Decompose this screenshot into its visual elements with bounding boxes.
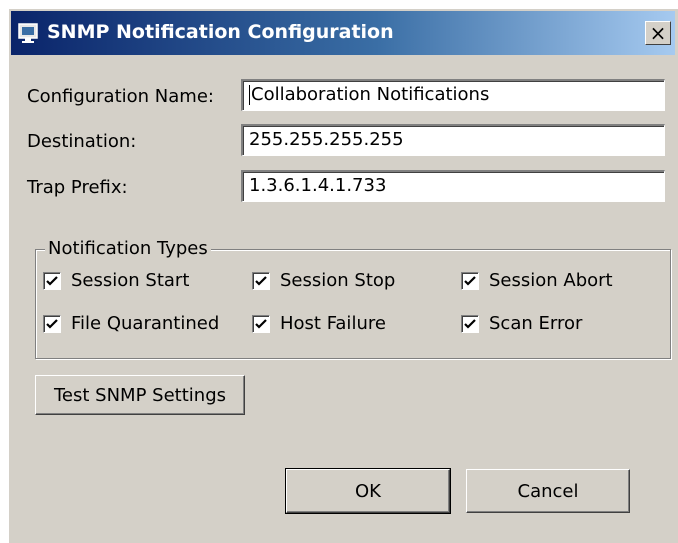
checkmark-icon xyxy=(464,318,476,329)
checkmark-icon xyxy=(464,275,476,286)
checkbox-label: File Quarantined xyxy=(71,313,220,334)
snmp-dialog: SNMP Notification Configuration × Config… xyxy=(8,8,678,543)
checkbox-label: Host Failure xyxy=(280,313,386,334)
checkbox-box[interactable] xyxy=(43,271,61,290)
trap-prefix-label: Trap Prefix: xyxy=(27,177,128,198)
checkbox-host-failure[interactable]: Host Failure xyxy=(252,313,386,334)
checkbox-label: Session Stop xyxy=(280,270,396,291)
checkmark-icon xyxy=(46,275,58,286)
window-title: SNMP Notification Configuration xyxy=(47,21,394,43)
config-name-label: Configuration Name: xyxy=(27,86,214,107)
ok-button[interactable]: OK xyxy=(285,468,451,514)
checkbox-box[interactable] xyxy=(252,314,270,333)
checkbox-box[interactable] xyxy=(461,271,479,290)
checkbox-scan-error[interactable]: Scan Error xyxy=(461,313,582,334)
checkmark-icon xyxy=(255,275,267,286)
checkmark-icon xyxy=(46,318,58,329)
close-icon: × xyxy=(649,21,667,45)
config-name-input[interactable]: Collaboration Notifications xyxy=(241,79,665,111)
text-caret xyxy=(249,85,250,105)
title-bar: SNMP Notification Configuration × xyxy=(11,11,675,55)
notification-types-group xyxy=(35,249,671,359)
destination-input[interactable]: 255.255.255.255 xyxy=(241,124,665,156)
notification-types-legend: Notification Types xyxy=(45,238,211,259)
trap-prefix-value: 1.3.6.1.4.1.733 xyxy=(249,175,387,196)
checkbox-file-quarantined[interactable]: File Quarantined xyxy=(43,313,219,334)
destination-value: 255.255.255.255 xyxy=(249,129,404,150)
checkbox-label: Scan Error xyxy=(489,313,583,334)
config-name-value: Collaboration Notifications xyxy=(251,84,490,105)
checkbox-box[interactable] xyxy=(252,271,270,290)
app-icon xyxy=(18,23,38,43)
checkbox-session-abort[interactable]: Session Abort xyxy=(461,270,613,291)
checkbox-label: Session Abort xyxy=(489,270,613,291)
checkbox-session-stop[interactable]: Session Stop xyxy=(252,270,395,291)
checkbox-box[interactable] xyxy=(461,314,479,333)
close-button[interactable]: × xyxy=(645,21,671,45)
checkmark-icon xyxy=(255,318,267,329)
checkbox-label: Session Start xyxy=(71,270,190,291)
trap-prefix-input[interactable]: 1.3.6.1.4.1.733 xyxy=(241,170,665,202)
cancel-button[interactable]: Cancel xyxy=(466,469,630,513)
checkbox-session-start[interactable]: Session Start xyxy=(43,270,189,291)
checkbox-box[interactable] xyxy=(43,314,61,333)
test-snmp-settings-button[interactable]: Test SNMP Settings xyxy=(35,375,245,415)
destination-label: Destination: xyxy=(27,131,137,152)
